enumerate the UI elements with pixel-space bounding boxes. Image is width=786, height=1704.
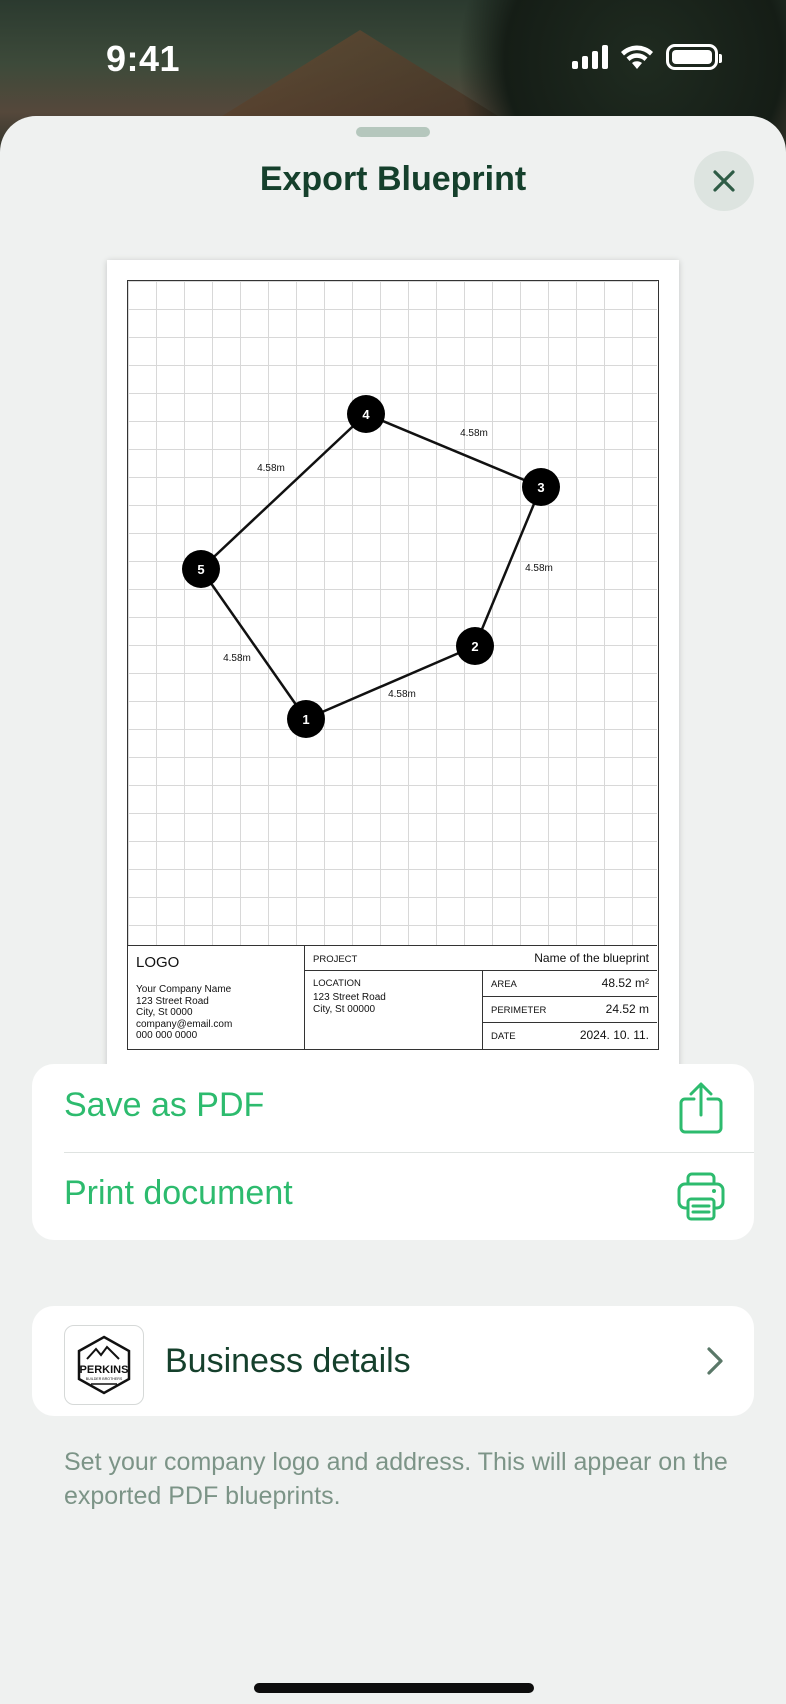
business-logo-text: PERKINS — [80, 1364, 129, 1376]
perimeter-label: PERIMETER — [491, 1005, 547, 1016]
location-label: LOCATION — [313, 978, 361, 989]
company-info: Your Company Name 123 Street Road City, … — [136, 984, 232, 1042]
company-line: 123 Street Road — [136, 995, 209, 1007]
close-button[interactable] — [694, 151, 754, 211]
vertex-label: 5 — [197, 562, 204, 577]
perkins-logo-icon: PERKINS BUILDER BROTHERS — [77, 1335, 131, 1395]
edge-length-label: 4.58m — [223, 653, 251, 664]
print-document-label: Print document — [64, 1174, 293, 1212]
wifi-icon — [621, 45, 653, 69]
wall-edge — [200, 413, 367, 570]
vertex-label: 3 — [537, 480, 544, 495]
status-time: 9:41 — [106, 38, 181, 79]
area-value: 48.52 m² — [601, 976, 649, 990]
title-block-logo: LOGO — [136, 954, 180, 971]
share-icon — [679, 1082, 723, 1134]
title-block-stats: AREA 48.52 m² PERIMETER 24.52 m DATE 202… — [483, 971, 657, 1049]
location-line: City, St 00000 — [313, 1003, 376, 1015]
project-name: Name of the blueprint — [534, 951, 649, 965]
business-details-hint: Set your company logo and address. This … — [64, 1448, 728, 1510]
blueprint-preview: 4.58m 4.58m 4.58m 4.58m 4.58m 1 2 3 4 5 LOGO Your… — [107, 260, 679, 1070]
perimeter-value: 24.52 m — [605, 1002, 649, 1016]
printer-icon — [677, 1172, 725, 1221]
chevron-right-icon — [707, 1347, 723, 1375]
status-bar: 9:41 — [0, 0, 786, 116]
area-label: AREA — [491, 979, 517, 990]
business-logo-subtext: BUILDER BROTHERS — [86, 1377, 123, 1381]
save-pdf-button[interactable]: Save as PDF — [32, 1064, 754, 1152]
business-details-label: Business details — [165, 1342, 411, 1380]
blueprint-grid: 4.58m 4.58m 4.58m 4.58m 4.58m 1 2 3 4 5 — [128, 281, 657, 945]
location-text: 123 Street Road City, St 00000 — [313, 992, 386, 1015]
project-label: PROJECT — [313, 954, 358, 965]
blueprint-frame: 4.58m 4.58m 4.58m 4.58m 4.58m 1 2 3 4 5 LOGO Your… — [127, 280, 659, 1050]
company-line: 000 000 0000 — [136, 1030, 198, 1041]
company-line: Your Company Name — [136, 984, 232, 995]
title-block-company: LOGO Your Company Name 123 Street Road C… — [128, 946, 305, 1049]
cellular-signal-icon — [572, 45, 608, 69]
title-block: LOGO Your Company Name 123 Street Road C… — [128, 945, 657, 1049]
edge-length-label: 4.58m — [525, 563, 553, 574]
floor-plan: 4.58m 4.58m 4.58m 4.58m 4.58m 1 2 3 4 5 — [182, 395, 560, 738]
edge-length-label: 4.58m — [388, 689, 416, 700]
vertex-label: 1 — [302, 712, 309, 727]
wall-edge — [365, 412, 542, 489]
export-actions-card: Save as PDF Print document — [32, 1064, 754, 1240]
area-row: AREA 48.52 m² — [483, 971, 657, 997]
wall-edge — [199, 568, 308, 720]
home-indicator[interactable] — [254, 1683, 534, 1693]
close-icon — [713, 170, 735, 192]
wall-edge — [305, 644, 476, 721]
business-details-button[interactable]: PERKINS BUILDER BROTHERS Business detail… — [32, 1306, 754, 1416]
date-label: DATE — [491, 1031, 516, 1042]
business-logo: PERKINS BUILDER BROTHERS — [64, 1325, 144, 1405]
status-icons — [572, 44, 722, 70]
battery-icon — [666, 44, 722, 70]
company-line: company@email.com — [136, 1018, 233, 1030]
location-line: 123 Street Road — [313, 992, 386, 1003]
edge-length-label: 4.58m — [257, 463, 285, 474]
title-block-location: LOCATION 123 Street Road City, St 00000 — [305, 971, 483, 1049]
vertex-label: 4 — [362, 407, 370, 422]
company-line: City, St 0000 — [136, 1007, 193, 1018]
sheet-grabber[interactable] — [356, 127, 430, 137]
title-block-project: PROJECT Name of the blueprint — [305, 946, 657, 971]
edge-length-label: 4.58m — [460, 428, 488, 439]
perimeter-row: PERIMETER 24.52 m — [483, 997, 657, 1023]
print-document-button[interactable]: Print document — [32, 1152, 754, 1240]
date-value: 2024. 10. 11. — [579, 1028, 649, 1042]
save-pdf-label: Save as PDF — [64, 1086, 265, 1124]
vertex-label: 2 — [471, 639, 478, 654]
date-row: DATE 2024. 10. 11. — [483, 1023, 657, 1049]
sheet-title: Export Blueprint — [259, 160, 527, 198]
